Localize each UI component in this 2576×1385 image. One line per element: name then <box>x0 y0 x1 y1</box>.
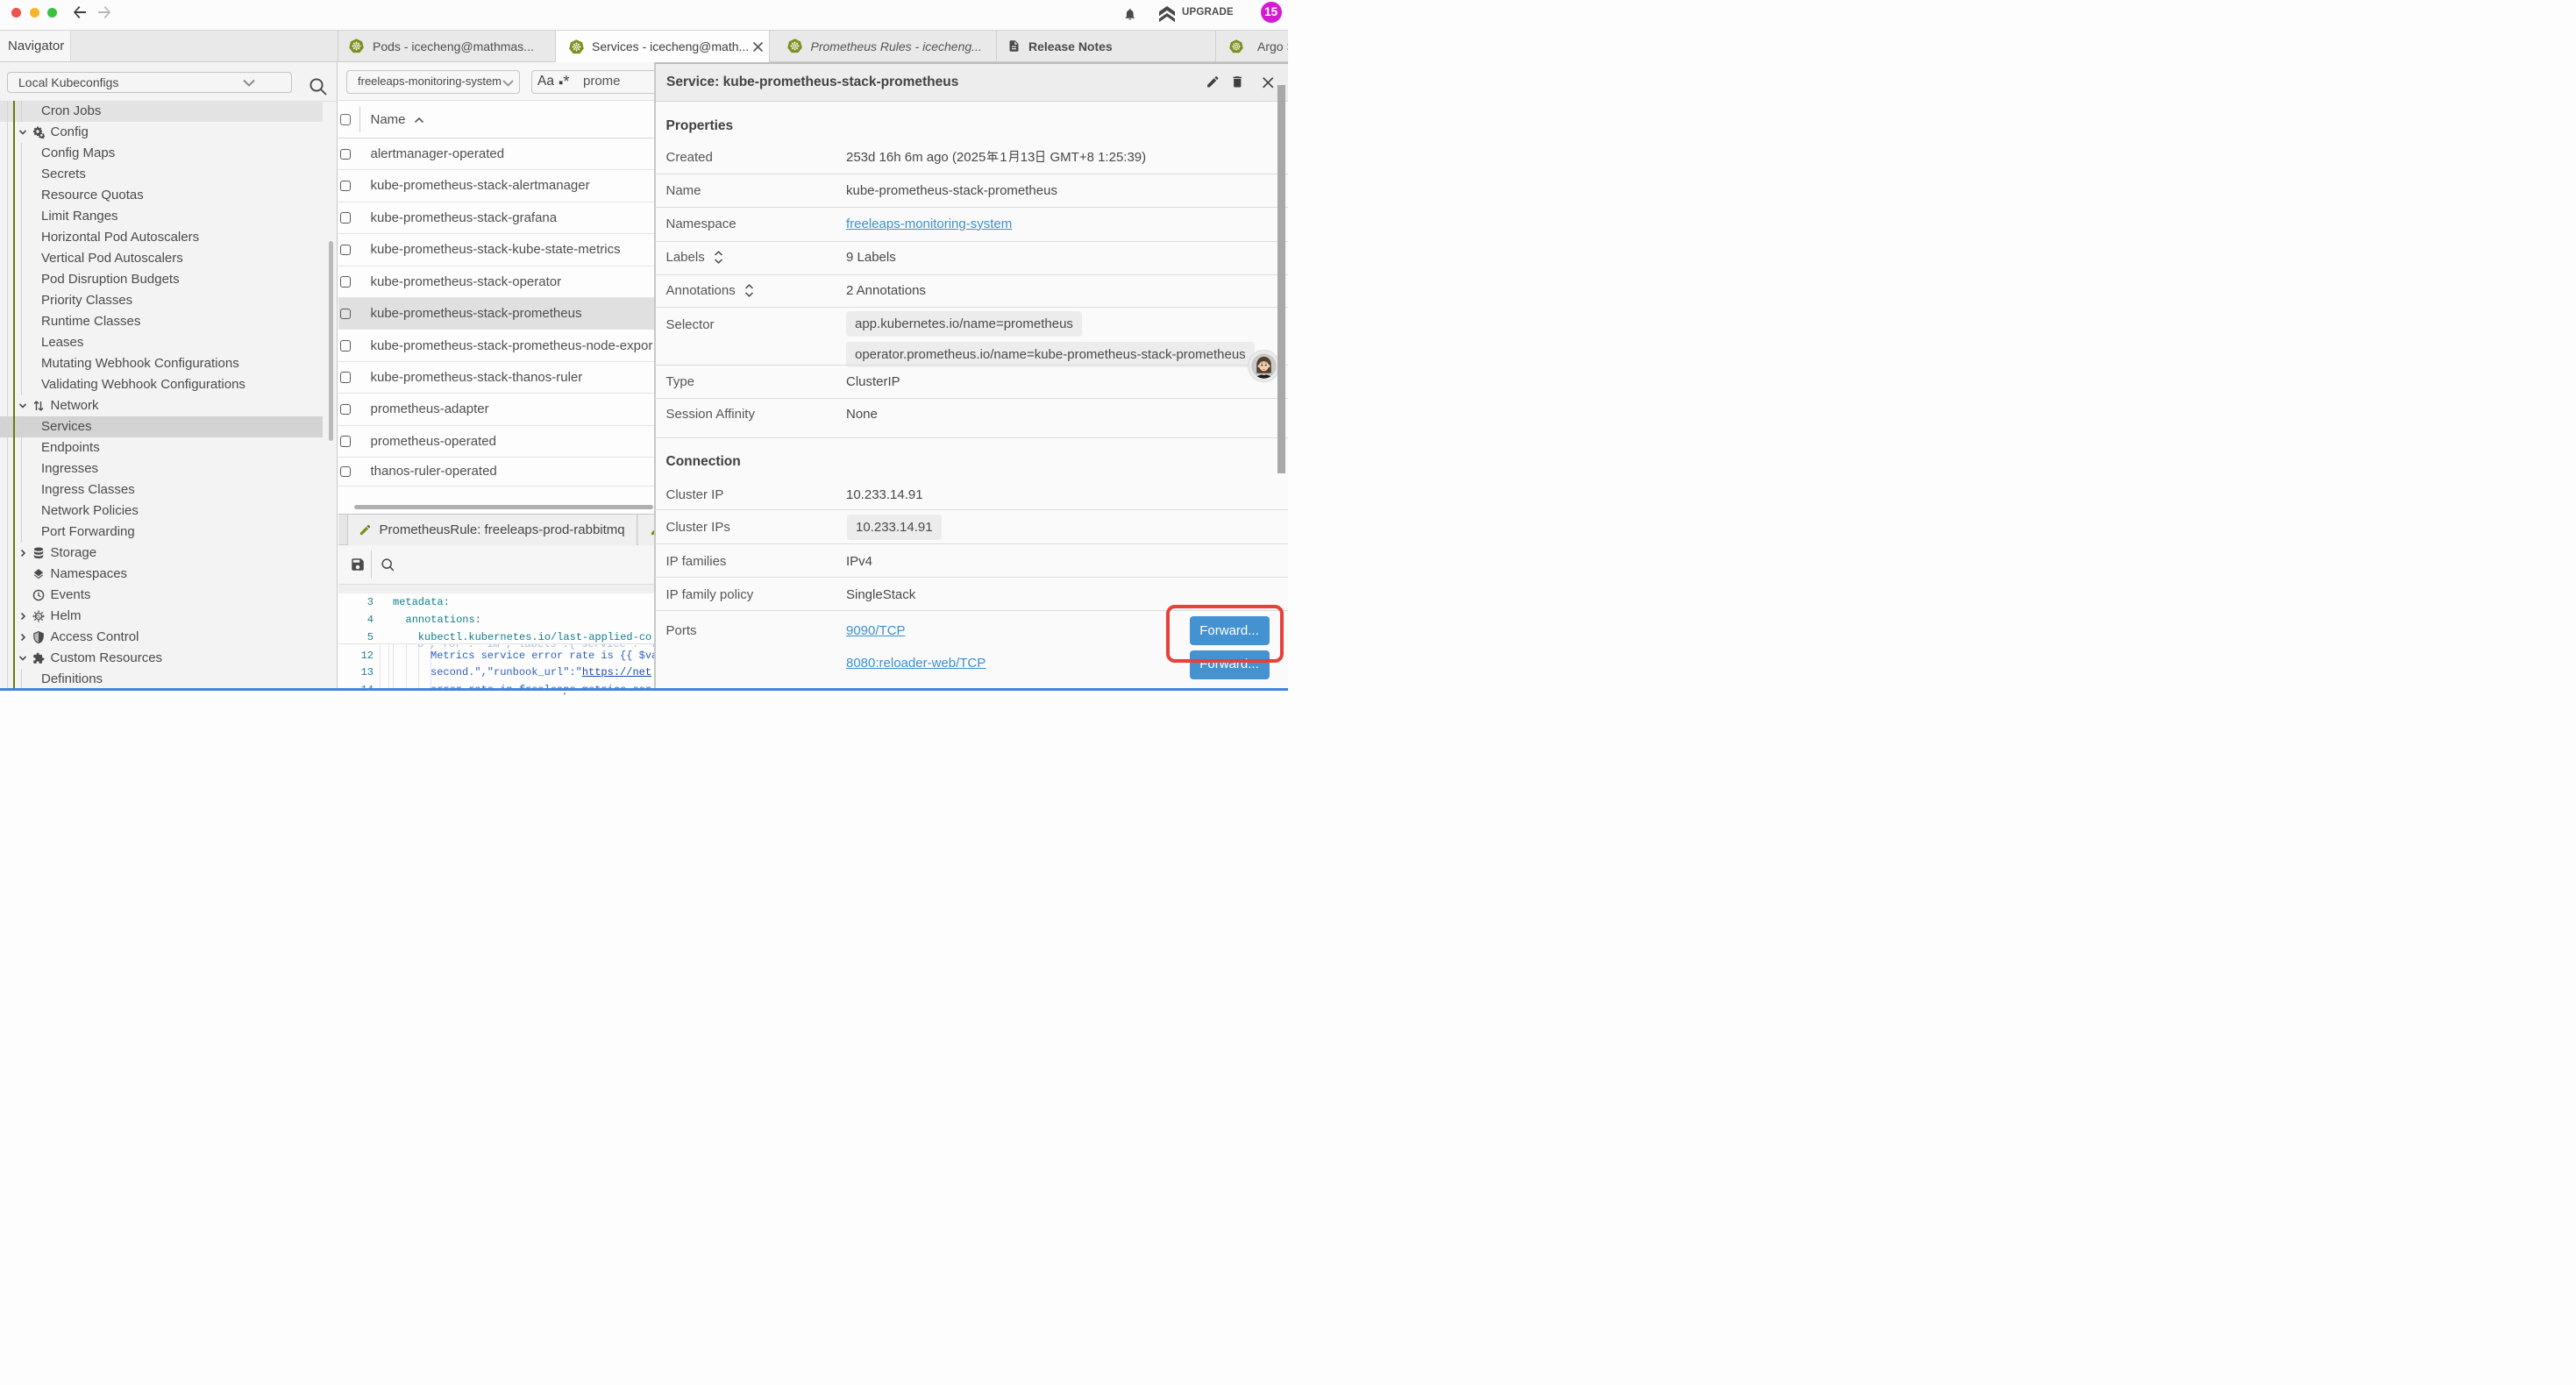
svg-text:HELM: HELM <box>33 614 44 619</box>
